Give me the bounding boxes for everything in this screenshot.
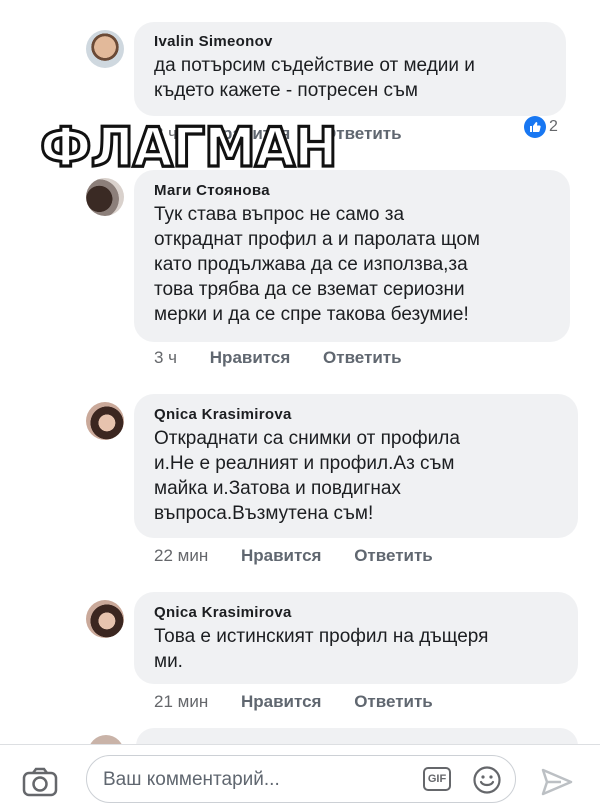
comment-author[interactable]: Qnica Krasimirova [154,406,560,423]
comment-text: Това е истинският профил на дъщеря ми. [154,626,489,672]
avatar[interactable] [86,178,124,216]
like-button[interactable]: Нравится [210,348,291,368]
reply-button[interactable]: Ответить [323,348,402,368]
comment-text: Тук става въпрос не само за откраднат пр… [154,204,480,325]
comment-input-container[interactable]: GIF [86,755,516,803]
avatar[interactable] [86,600,124,638]
comment-author[interactable]: Ivalin Simeonov [154,33,548,50]
comment-bubble: Маги Стоянова Тук става въпрос не само з… [134,170,570,342]
avatar[interactable] [86,30,124,68]
reply-button[interactable]: Ответить [354,546,433,566]
comment-time[interactable]: 21 мин [154,692,208,712]
reaction-count: 2 [549,118,558,135]
comment-time[interactable]: 22 мин [154,546,208,566]
camera-icon[interactable] [22,767,58,797]
reply-button[interactable]: Ответить [354,692,433,712]
comment-text: Откраднати са снимки от профила и.Не е р… [154,428,460,524]
emoji-icon[interactable] [472,765,502,795]
comment-actions: 21 мин Нравится Ответить [154,692,461,712]
comment-text: да потърсим съдействие от медии и където… [154,55,475,101]
comment-composer: GIF [0,744,600,810]
avatar[interactable] [86,402,124,440]
gif-icon[interactable]: GIF [423,767,451,791]
comment-time[interactable]: 3 ч [154,348,177,368]
comment-actions: 22 мин Нравится Ответить [154,546,461,566]
comment-author[interactable]: Маги Стоянова [154,182,552,199]
reaction-badge[interactable]: 2 [524,116,558,138]
like-button[interactable]: Нравится [241,692,322,712]
comment-input[interactable] [101,764,405,796]
thumbs-up-icon [524,116,546,138]
comment-author[interactable]: Qnica Krasimirova [154,604,560,621]
like-button[interactable]: Нравится [241,546,322,566]
comment-actions: 3 ч Нравится Ответить [154,348,430,368]
comment-bubble: Qnica Krasimirova Откраднати са снимки о… [134,394,578,538]
comment-bubble: Qnica Krasimirova Това е истинският проф… [134,592,578,684]
send-icon[interactable] [540,767,574,797]
comment-bubble: Ivalin Simeonov да потърсим съдействие о… [134,22,566,116]
